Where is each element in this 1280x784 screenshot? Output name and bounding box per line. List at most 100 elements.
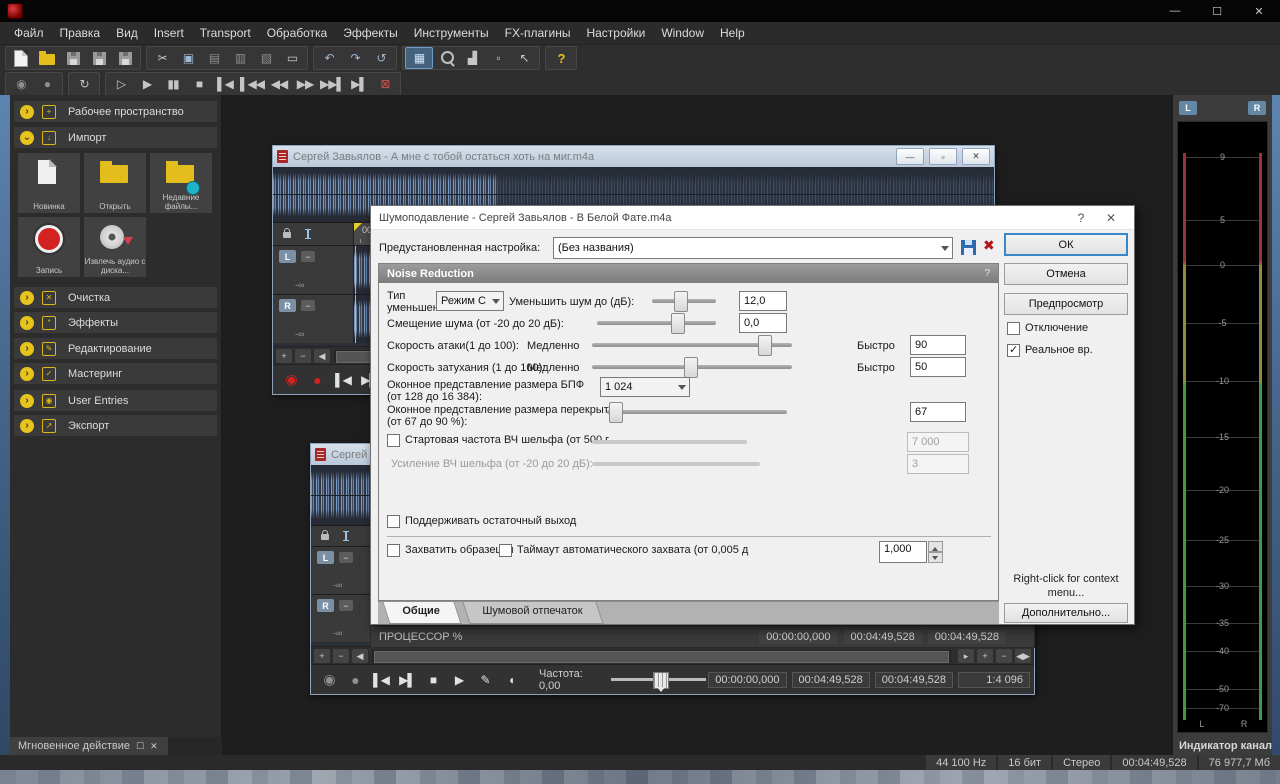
new-file-icon[interactable] bbox=[8, 48, 34, 68]
menu-file[interactable]: Файл bbox=[6, 23, 52, 43]
zoom-tool-icon[interactable] bbox=[433, 48, 459, 68]
attack-value-input[interactable]: 90 bbox=[910, 335, 966, 355]
doc-minimize-button[interactable]: — bbox=[896, 148, 924, 165]
record-icon[interactable]: ● bbox=[305, 369, 329, 391]
statistics-icon[interactable]: ▟ bbox=[459, 48, 485, 68]
paste-icon[interactable]: ▤ bbox=[201, 48, 227, 68]
attack-slider[interactable] bbox=[592, 343, 792, 347]
go-start-icon[interactable]: ▌◀ bbox=[369, 669, 393, 691]
scroll-left-button[interactable]: ◀ bbox=[314, 349, 330, 363]
timeout-value[interactable]: 1,000 bbox=[879, 541, 927, 563]
menu-tools[interactable]: Инструменты bbox=[406, 23, 497, 43]
help-pointer-icon[interactable]: ? bbox=[548, 48, 574, 68]
sidebar-section-user-entries[interactable]: › ◉ User Entries bbox=[14, 390, 217, 411]
document-window-1-titlebar[interactable]: Сергей Завьялов - А мне с тобой остаться… bbox=[273, 146, 994, 167]
redo-icon[interactable]: ↷ bbox=[342, 48, 368, 68]
capture-timeout-checkbox[interactable]: Таймаут автоматического захвата (от 0,00… bbox=[499, 544, 748, 557]
save-all-icon[interactable] bbox=[112, 48, 138, 68]
bias-value-input[interactable]: 0,0 bbox=[739, 313, 787, 333]
stop-icon[interactable]: ■ bbox=[421, 669, 445, 691]
tile-extract-cd[interactable]: Извлечь аудио с диска... bbox=[84, 217, 146, 277]
zoom-out-button[interactable]: − bbox=[295, 349, 311, 363]
record-icon[interactable]: ● bbox=[343, 669, 367, 691]
go-start-icon[interactable]: ▌◀ bbox=[331, 369, 355, 391]
scrub-tool-icon[interactable]: ✎ bbox=[473, 669, 497, 691]
cancel-button[interactable]: Отмена bbox=[1004, 263, 1128, 285]
save-as-icon[interactable] bbox=[86, 48, 112, 68]
channel-left-button[interactable]: L bbox=[279, 250, 296, 263]
noise-reduction-dialog[interactable]: Шумоподавление - Сергей Завьялов - В Бел… bbox=[370, 205, 1135, 625]
channel-left-button[interactable]: L bbox=[317, 551, 334, 564]
monitor-icon[interactable]: ◖ bbox=[499, 669, 523, 691]
tile-recent-files[interactable]: Недавние файлы... bbox=[150, 153, 212, 213]
window-close-button[interactable]: ✕ bbox=[1238, 0, 1280, 22]
edit-cursor-icon[interactable] bbox=[345, 531, 347, 541]
release-value-input[interactable]: 50 bbox=[910, 357, 966, 377]
dialog-titlebar[interactable]: Шумоподавление - Сергей Завьялов - В Бел… bbox=[371, 206, 1134, 230]
repeat-icon[interactable]: ↺ bbox=[368, 48, 394, 68]
save-preset-icon[interactable] bbox=[961, 240, 976, 255]
reduce-value-input[interactable]: 12,0 bbox=[739, 291, 787, 311]
collapse-track-button[interactable]: − bbox=[339, 600, 353, 611]
menu-effects[interactable]: Эффекты bbox=[335, 23, 406, 43]
record-remote-icon[interactable]: ◉ bbox=[279, 369, 303, 391]
more-button[interactable]: Дополнительно... bbox=[1004, 603, 1128, 623]
instant-action-tab[interactable]: Мгновенное действие ☐ ✕ bbox=[10, 737, 168, 755]
sidebar-section-export[interactable]: › ↗ Экспорт bbox=[14, 415, 217, 436]
loop-playback-icon[interactable]: ↻ bbox=[71, 74, 97, 94]
keep-residual-checkbox[interactable]: Поддерживать остаточный выход bbox=[387, 515, 576, 528]
reduce-slider[interactable] bbox=[652, 299, 716, 303]
preset-combobox[interactable]: (Без названия) bbox=[553, 237, 953, 259]
menu-help[interactable]: Help bbox=[712, 23, 753, 43]
trim-icon[interactable]: ▭ bbox=[279, 48, 305, 68]
undo-icon[interactable]: ↶ bbox=[316, 48, 342, 68]
window-maximize-button[interactable]: ☐ bbox=[1196, 0, 1238, 22]
menu-insert[interactable]: Insert bbox=[146, 23, 192, 43]
go-end-icon[interactable]: ▶▌ bbox=[346, 74, 372, 94]
zoom-out-button[interactable]: − bbox=[333, 649, 349, 663]
ok-button[interactable]: ОК bbox=[1004, 233, 1128, 256]
menu-process[interactable]: Обработка bbox=[259, 23, 336, 43]
play-all-icon[interactable]: ▷ bbox=[108, 74, 134, 94]
open-folder-icon[interactable] bbox=[34, 48, 60, 68]
spectral-tool-icon[interactable]: ▦ bbox=[405, 47, 433, 69]
forward-icon[interactable]: ▶▶ bbox=[292, 74, 318, 94]
capture-noiseprint-checkbox[interactable]: Захватить образец ш bbox=[387, 544, 514, 557]
menu-options[interactable]: Настройки bbox=[578, 23, 653, 43]
menu-view[interactable]: Вид bbox=[108, 23, 146, 43]
channel-right-button[interactable]: R bbox=[279, 299, 296, 312]
tab-noiseprint[interactable]: Шумовой отпечаток bbox=[462, 602, 603, 624]
pause-icon[interactable]: ▮▮ bbox=[160, 74, 186, 94]
play-icon[interactable]: ▶ bbox=[447, 669, 471, 691]
edit-cursor-icon[interactable] bbox=[307, 229, 309, 239]
sidebar-section-import[interactable]: ⌄ ↓ Импорт bbox=[14, 127, 217, 148]
sidebar-section-repair[interactable]: › ✕ Очистка bbox=[14, 287, 217, 308]
zoom-in-button[interactable]: + bbox=[276, 349, 292, 363]
shelf-frequency-checkbox[interactable]: Стартовая частота ВЧ шельфа (от 500 г bbox=[387, 434, 609, 447]
collapse-track-button[interactable]: − bbox=[301, 251, 315, 262]
meter-right-button[interactable]: R bbox=[1248, 101, 1266, 115]
tile-open[interactable]: Открыть bbox=[84, 153, 146, 213]
meter-left-button[interactable]: L bbox=[1179, 101, 1197, 115]
lock-icon[interactable] bbox=[283, 232, 291, 238]
bias-slider[interactable] bbox=[597, 321, 716, 325]
fft-size-combobox[interactable]: 1 024 bbox=[600, 377, 690, 397]
stop-icon[interactable]: ■ bbox=[186, 74, 212, 94]
record-options-icon[interactable]: ⊠ bbox=[372, 74, 398, 94]
dialog-close-button[interactable]: ✕ bbox=[1096, 211, 1126, 225]
realtime-checkbox[interactable]: Реальное вр. bbox=[1007, 344, 1093, 357]
delete-preset-icon[interactable]: ✖ bbox=[983, 237, 995, 254]
sidebar-section-mastering[interactable]: › ✓ Мастеринг bbox=[14, 363, 217, 384]
dialog-help-button[interactable]: ? bbox=[1066, 211, 1096, 225]
menu-fx-plugins[interactable]: FX-плагины bbox=[497, 23, 579, 43]
app-titlebar[interactable]: — ☐ ✕ bbox=[0, 0, 1280, 22]
copy-icon[interactable]: ▣ bbox=[175, 48, 201, 68]
save-icon[interactable] bbox=[60, 48, 86, 68]
menu-transport[interactable]: Transport bbox=[192, 23, 259, 43]
release-slider[interactable] bbox=[592, 365, 792, 369]
next-marker-icon[interactable]: ▶▶▌ bbox=[318, 74, 346, 94]
doc-restore-button[interactable]: ▫ bbox=[929, 148, 957, 165]
tile-record[interactable]: Запись bbox=[18, 217, 80, 277]
plugin-help-icon[interactable]: ? bbox=[984, 268, 990, 279]
fit-horizontal-icon[interactable]: ◀▶ bbox=[1015, 649, 1031, 663]
